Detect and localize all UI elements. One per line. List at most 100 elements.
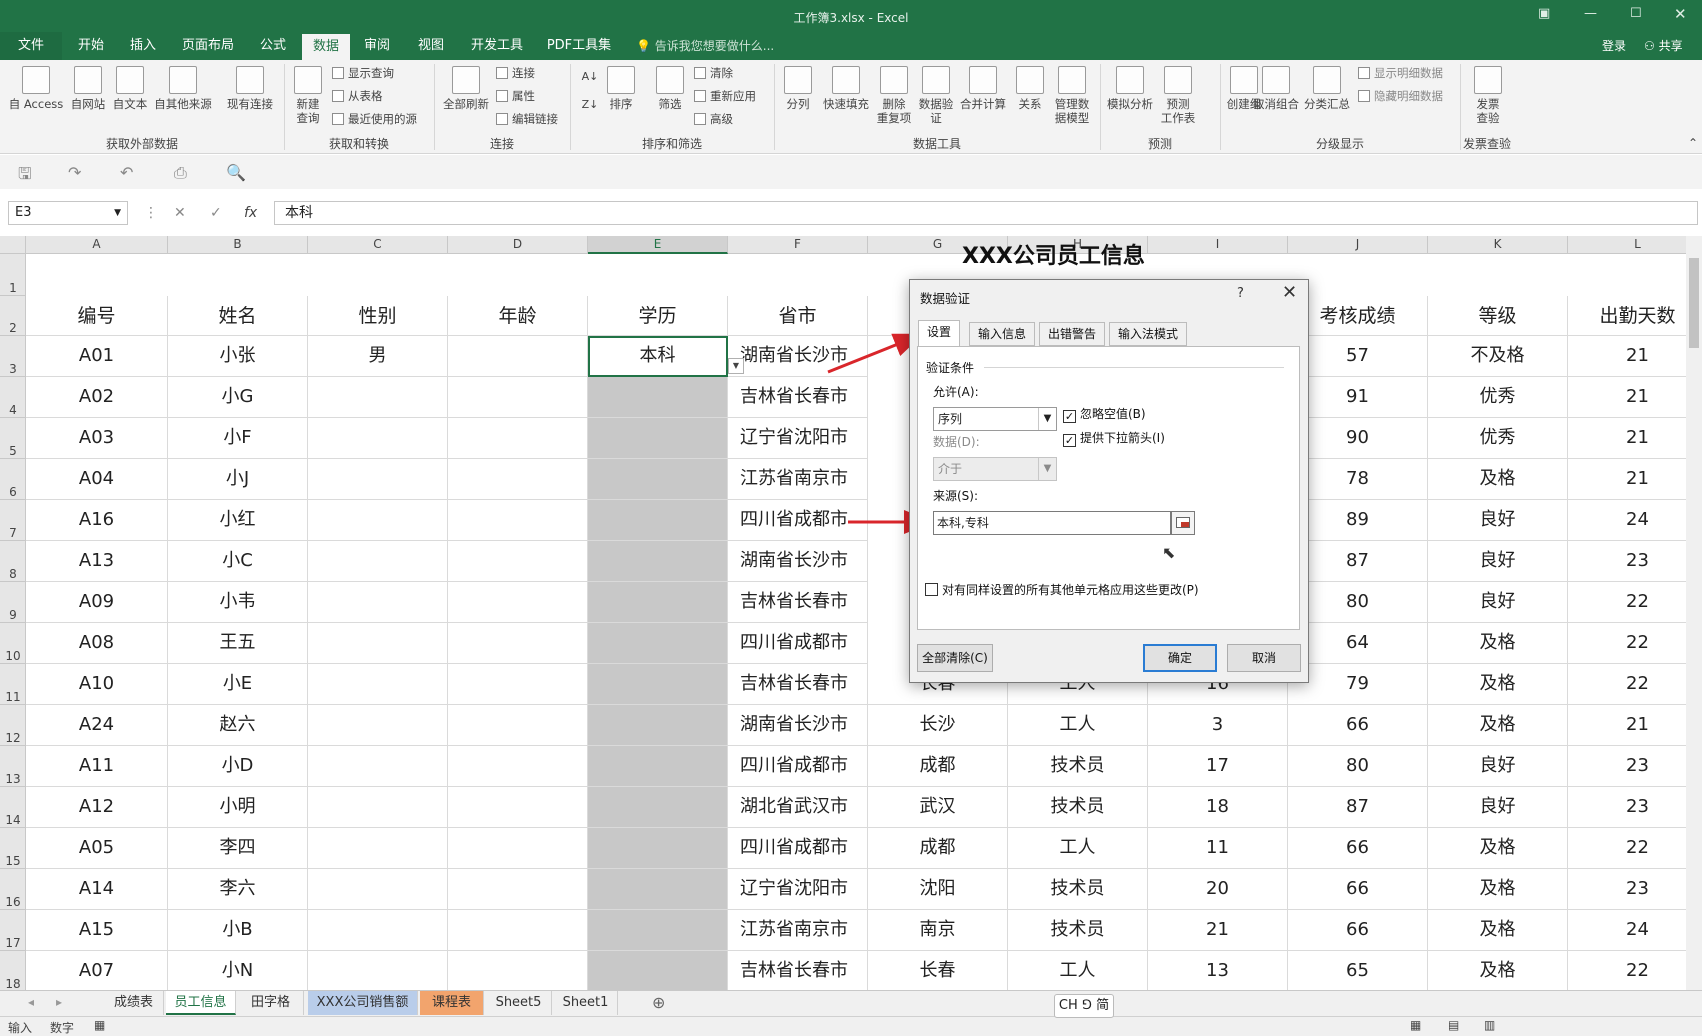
reapply-button[interactable]: 重新应用 xyxy=(694,87,756,105)
cell-D17[interactable] xyxy=(448,910,588,951)
cell-G15[interactable]: 成都 xyxy=(868,828,1008,869)
tab-formulas[interactable]: 公式 xyxy=(248,32,298,60)
cell-L6[interactable]: 21 xyxy=(1568,459,1686,500)
cell-K5[interactable]: 优秀 xyxy=(1428,418,1568,459)
cell-L18[interactable]: 22 xyxy=(1568,951,1686,990)
cell-A18[interactable]: A07 xyxy=(26,951,168,990)
cell-D11[interactable] xyxy=(448,664,588,705)
cell-B18[interactable]: 小N xyxy=(168,951,308,990)
tab-review[interactable]: 审阅 xyxy=(352,32,402,60)
column-header-J[interactable]: J xyxy=(1288,236,1428,254)
cell-G18[interactable]: 长春 xyxy=(868,951,1008,990)
dialog-tab-input-message[interactable]: 输入信息 xyxy=(969,322,1036,346)
cell-J11[interactable]: 79 xyxy=(1288,664,1428,705)
row-header-11[interactable]: 11 xyxy=(0,664,26,705)
cell-K18[interactable]: 及格 xyxy=(1428,951,1568,990)
cell-D18[interactable] xyxy=(448,951,588,990)
cell-F15[interactable]: 四川省成都市 xyxy=(728,828,868,869)
show-query-button[interactable]: 显示查询 xyxy=(332,64,394,82)
maximize-icon[interactable]: ☐ xyxy=(1630,6,1642,21)
cell-D9[interactable] xyxy=(448,582,588,623)
cell-A16[interactable]: A14 xyxy=(26,869,168,910)
cell-I17[interactable]: 21 xyxy=(1148,910,1288,951)
formula-input[interactable]: 本科 xyxy=(274,201,1698,225)
cell-H15[interactable]: 工人 xyxy=(1008,828,1148,869)
cell-D13[interactable] xyxy=(448,746,588,787)
cell-E17[interactable] xyxy=(588,910,728,951)
cell-C4[interactable] xyxy=(308,377,448,418)
cell-H12[interactable]: 工人 xyxy=(1008,705,1148,746)
normal-view-icon[interactable]: ▦ xyxy=(1410,1018,1421,1032)
cell-J8[interactable]: 87 xyxy=(1288,541,1428,582)
from-text-button[interactable]: 自文本 xyxy=(110,66,150,111)
tab-view[interactable]: 视图 xyxy=(406,32,456,60)
cell-L7[interactable]: 24 xyxy=(1568,500,1686,541)
save-icon[interactable]: 🖫 xyxy=(18,163,32,190)
row-header-7[interactable]: 7 xyxy=(0,500,26,541)
tab-developer[interactable]: 开发工具 xyxy=(462,32,532,60)
cell-J16[interactable]: 66 xyxy=(1288,869,1428,910)
redo-icon[interactable]: ↷ xyxy=(68,163,81,182)
share-button[interactable]: ⚇ 共享 xyxy=(1644,32,1683,60)
select-all-corner[interactable] xyxy=(0,236,26,254)
dialog-close-icon[interactable]: ✕ xyxy=(1282,282,1297,303)
cell-A4[interactable]: A02 xyxy=(26,377,168,418)
advanced-filter-button[interactable]: 高级 xyxy=(694,110,733,128)
worksheet-grid[interactable]: ABCDEFGHIJKL 1 2 3 4 5 6 7 8 9 10 11 12 13 14 15 16 17 18… xyxy=(0,236,1686,990)
cell-K12[interactable]: 及格 xyxy=(1428,705,1568,746)
cell-E15[interactable] xyxy=(588,828,728,869)
ribbon-display-icon[interactable]: ▣ xyxy=(1538,6,1550,21)
sheet-tab-grid-paper[interactable]: 田字格 xyxy=(238,991,304,1015)
cell-D12[interactable] xyxy=(448,705,588,746)
cell-L17[interactable]: 24 xyxy=(1568,910,1686,951)
tab-pdf-tools[interactable]: PDF工具集 xyxy=(544,32,614,60)
minimize-icon[interactable]: — xyxy=(1584,6,1597,21)
cell-C14[interactable] xyxy=(308,787,448,828)
cell-F17[interactable]: 江苏省南京市 xyxy=(728,910,868,951)
cell-L3[interactable]: 21 xyxy=(1568,336,1686,377)
sheet-tab-schedule[interactable]: 课程表 xyxy=(420,991,484,1015)
tab-page-layout[interactable]: 页面布局 xyxy=(174,32,242,60)
cell-C16[interactable] xyxy=(308,869,448,910)
cell-E4[interactable] xyxy=(588,377,728,418)
cell-B7[interactable]: 小红 xyxy=(168,500,308,541)
cell-B16[interactable]: 李六 xyxy=(168,869,308,910)
undo-icon[interactable]: ↶ xyxy=(120,163,133,182)
apply-all-checkbox[interactable]: 对有同样设置的所有其他单元格应用这些更改(P) xyxy=(925,581,1199,598)
cell-G12[interactable]: 长沙 xyxy=(868,705,1008,746)
cell-A11[interactable]: A10 xyxy=(26,664,168,705)
cell-F6[interactable]: 江苏省南京市 xyxy=(728,459,868,500)
cell-E3[interactable]: 本科 xyxy=(588,336,728,377)
cell-L16[interactable]: 23 xyxy=(1568,869,1686,910)
cell-K8[interactable]: 良好 xyxy=(1428,541,1568,582)
properties-button[interactable]: 属性 xyxy=(496,87,535,105)
cell-H16[interactable]: 技术员 xyxy=(1008,869,1148,910)
cell-C3[interactable]: 男 xyxy=(308,336,448,377)
cell-B9[interactable]: 小韦 xyxy=(168,582,308,623)
scroll-thumb[interactable] xyxy=(1689,258,1699,348)
cell-F9[interactable]: 吉林省长春市 xyxy=(728,582,868,623)
cell-B15[interactable]: 李四 xyxy=(168,828,308,869)
cell-F11[interactable]: 吉林省长春市 xyxy=(728,664,868,705)
text-to-columns-button[interactable]: 分列 xyxy=(780,66,816,111)
cell-L5[interactable]: 21 xyxy=(1568,418,1686,459)
cell-F10[interactable]: 四川省成都市 xyxy=(728,623,868,664)
sort-button[interactable]: 排序 xyxy=(604,66,638,111)
cell-A17[interactable]: A15 xyxy=(26,910,168,951)
row-header-16[interactable]: 16 xyxy=(0,869,26,910)
cell-L10[interactable]: 22 xyxy=(1568,623,1686,664)
cell-C9[interactable] xyxy=(308,582,448,623)
row-header-1[interactable]: 1 xyxy=(0,254,26,296)
cell-J3[interactable]: 57 xyxy=(1288,336,1428,377)
row-header-8[interactable]: 8 xyxy=(0,541,26,582)
in-cell-dropdown-checkbox[interactable]: ✓ 提供下拉箭头(I) xyxy=(1063,429,1165,447)
macro-record-icon[interactable]: ▦ xyxy=(94,1018,105,1032)
header-cell-D[interactable]: 年龄 xyxy=(448,296,588,336)
cell-F5[interactable]: 辽宁省沈阳市 xyxy=(728,418,868,459)
new-query-button[interactable]: 新建 查询 xyxy=(288,66,328,125)
header-cell-F[interactable]: 省市 xyxy=(728,296,868,336)
ime-indicator[interactable]: CH ⅁ 简 xyxy=(1054,994,1114,1018)
sheet-tab-scores[interactable]: 成绩表 xyxy=(104,991,164,1015)
cell-K4[interactable]: 优秀 xyxy=(1428,377,1568,418)
chevron-down-icon[interactable]: ▼ xyxy=(114,202,121,224)
